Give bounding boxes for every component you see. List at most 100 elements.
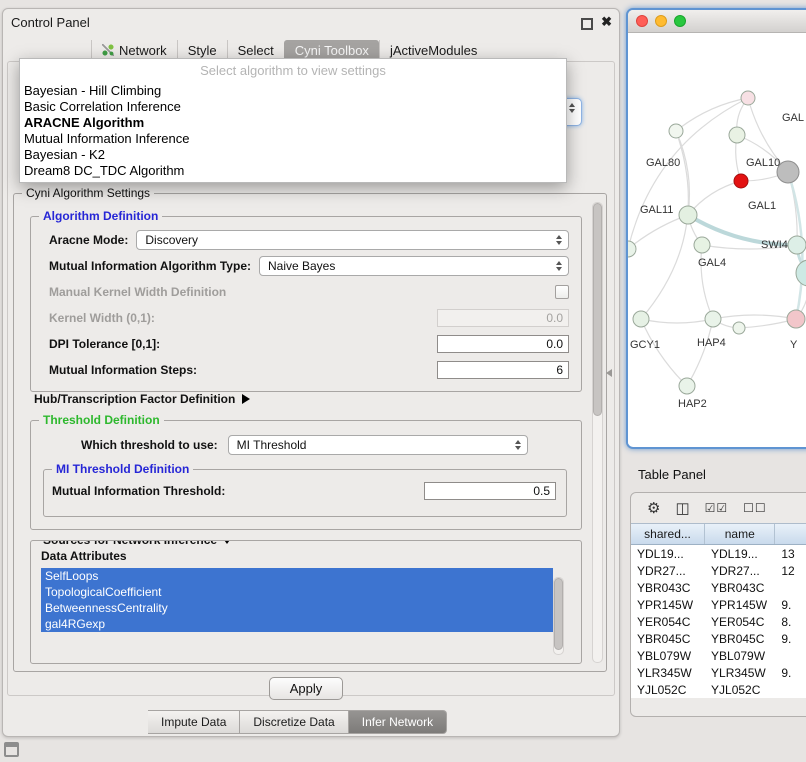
dropdown-item[interactable]: Mutual Information Inference: [20, 131, 566, 147]
network-node[interactable]: [679, 206, 697, 224]
attribute-list-item[interactable]: BetweennessCentrality: [41, 600, 553, 616]
network-node[interactable]: [669, 124, 683, 138]
table-row[interactable]: YDR27... YDR27... 12: [631, 562, 806, 579]
cell-name: YDL19...: [705, 547, 775, 561]
network-node[interactable]: [796, 260, 806, 286]
threshold-definition-group: Threshold Definition Which threshold to …: [30, 420, 582, 530]
kernel-width-field: 0.0: [437, 309, 569, 327]
cell-value: 12: [775, 564, 806, 578]
attribute-list-item[interactable]: TopologicalCoefficient: [41, 584, 553, 600]
column-header[interactable]: name: [705, 524, 775, 544]
cell-shared-name: YPR145W: [631, 598, 705, 612]
zoom-traffic-light[interactable]: [674, 15, 686, 27]
node-label: GAL: [782, 112, 804, 124]
chevron-right-icon: [242, 394, 250, 404]
bottom-tab[interactable]: Discretize Data: [240, 710, 348, 734]
node-label: HAP2: [678, 398, 707, 410]
cell-shared-name: YDL19...: [631, 547, 705, 561]
network-edge[interactable]: [641, 319, 713, 323]
hub-definition-toggle[interactable]: Hub/Transcription Factor Definition: [34, 392, 250, 406]
table-row[interactable]: YDL19... YDL19... 13: [631, 545, 806, 562]
network-node[interactable]: [787, 310, 805, 328]
cell-shared-name: YDR27...: [631, 564, 705, 578]
cell-shared-name: YLR345W: [631, 666, 705, 680]
column-header[interactable]: shared...: [631, 524, 705, 544]
kernel-width-label: Kernel Width (0,1):: [49, 311, 155, 325]
dropdown-item[interactable]: ARACNE Algorithm: [20, 115, 566, 131]
network-node[interactable]: [777, 161, 799, 183]
table-row[interactable]: YER054C YER054C 8.: [631, 613, 806, 630]
table-row[interactable]: YBR045C YBR045C 9.: [631, 630, 806, 647]
cell-name: YJL052C: [705, 683, 775, 697]
sources-group: Sources for Network Inference Data Attri…: [30, 540, 582, 664]
scrollbar-thumb[interactable]: [554, 578, 563, 650]
mi-threshold-field[interactable]: 0.5: [424, 482, 556, 500]
cell-value: 8.: [775, 615, 806, 629]
close-icon[interactable]: ✖: [601, 14, 612, 30]
network-node[interactable]: [788, 236, 806, 254]
dpi-tolerance-field[interactable]: 0.0: [437, 335, 569, 353]
network-canvas[interactable]: GAL80GAL10GAL11GAL1SWI4GAL4GCY1HAP4HAP2G…: [628, 33, 806, 444]
bottom-tab[interactable]: Infer Network: [349, 710, 447, 734]
gear-icon[interactable]: ⚙: [647, 501, 660, 516]
deselect-all-icon[interactable]: ☐☐: [743, 502, 767, 514]
column-header[interactable]: [775, 524, 806, 544]
which-threshold-select[interactable]: MI Threshold: [228, 435, 528, 455]
network-edge[interactable]: [641, 319, 687, 386]
network-edge[interactable]: [713, 315, 796, 319]
float-window-icon[interactable]: [581, 18, 593, 30]
splitter-collapse-icon[interactable]: [606, 369, 612, 377]
minimize-traffic-light[interactable]: [655, 15, 667, 27]
columns-icon[interactable]: ◫: [675, 501, 689, 516]
table-row[interactable]: YJL052C YJL052C: [631, 681, 806, 698]
dropdown-item[interactable]: Basic Correlation Inference: [20, 99, 566, 115]
dropdown-item[interactable]: Bayesian - K2: [20, 147, 566, 163]
table-body: YDL19... YDL19... 13 YDR27... YDR27... 1…: [631, 545, 806, 698]
aracne-mode-select[interactable]: Discovery: [136, 230, 569, 250]
network-edge[interactable]: [687, 319, 713, 386]
table-row[interactable]: YPR145W YPR145W 9.: [631, 596, 806, 613]
network-node[interactable]: [633, 311, 649, 327]
attribute-list-scrollbar[interactable]: [553, 577, 564, 655]
table-row[interactable]: YBL079W YBL079W: [631, 647, 806, 664]
close-traffic-light[interactable]: [636, 15, 648, 27]
chevron-down-icon[interactable]: [222, 540, 232, 544]
network-edge[interactable]: [676, 131, 689, 215]
mi-type-label: Mutual Information Algorithm Type:: [49, 259, 251, 273]
combo-arrows-icon: [569, 103, 575, 113]
dropdown-item[interactable]: Bayesian - Hill Climbing: [20, 83, 566, 99]
docked-panel-icon[interactable]: [4, 742, 19, 757]
network-node[interactable]: [729, 127, 745, 143]
network-window-titlebar: [628, 10, 806, 33]
node-label: GAL80: [646, 157, 680, 169]
table-row[interactable]: YLR345W YLR345W 9.: [631, 664, 806, 681]
manual-kernel-checkbox[interactable]: [555, 285, 569, 299]
aracne-mode-value: Discovery: [145, 233, 198, 247]
node-label: HAP4: [697, 337, 726, 349]
control-panel-title: Control Panel: [11, 15, 90, 30]
network-node[interactable]: [679, 378, 695, 394]
attribute-list-item[interactable]: gal4RGexp: [41, 616, 553, 632]
network-node[interactable]: [705, 311, 721, 327]
network-node[interactable]: [734, 174, 748, 188]
network-node[interactable]: [741, 91, 755, 105]
table-panel-titlebar: Table Panel: [626, 462, 806, 486]
dropdown-placeholder: Select algorithm to view settings: [20, 61, 566, 83]
cell-shared-name: YJL052C: [631, 683, 705, 697]
node-label: GAL1: [748, 200, 776, 212]
bottom-tab[interactable]: Impute Data: [148, 710, 240, 734]
select-all-icon[interactable]: ☑☑: [705, 502, 729, 514]
cell-value: 13: [775, 547, 806, 561]
network-node[interactable]: [733, 322, 745, 334]
mi-type-select[interactable]: Naive Bayes: [259, 256, 569, 276]
mi-steps-field[interactable]: 6: [437, 361, 569, 379]
dropdown-item[interactable]: Dream8 DC_TDC Algorithm: [20, 163, 566, 179]
cell-value: 9.: [775, 666, 806, 680]
apply-button[interactable]: Apply: [269, 677, 343, 700]
table-row[interactable]: YBR043C YBR043C: [631, 579, 806, 596]
network-node[interactable]: [694, 237, 710, 253]
attribute-list-item[interactable]: SelfLoops: [41, 568, 553, 584]
settings-scrollbar[interactable]: [592, 202, 603, 663]
scrollbar-thumb[interactable]: [593, 203, 602, 416]
node-label: GCY1: [630, 339, 660, 351]
